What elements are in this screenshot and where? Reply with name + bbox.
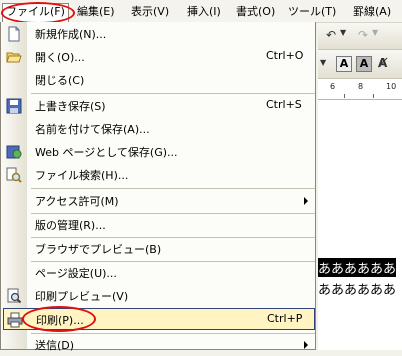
menu-item-label: 版の管理(R)... [35, 219, 106, 232]
menu-item-label: 印刷プレビュー(V) [35, 290, 129, 303]
menu-item-page-setup[interactable]: ページ設定(U)... [1, 262, 315, 284]
menu-item-save[interactable]: 上書き保存(S) Ctrl+S [1, 95, 315, 117]
ruler-mark: 6 [330, 82, 336, 91]
menu-item-label: 新規作成(N)... [35, 28, 107, 41]
menu-separator [31, 93, 315, 94]
menu-table[interactable]: 罫線(A) [353, 4, 391, 20]
open-folder-icon [6, 52, 22, 63]
menu-item-label: 開く(O)... [35, 51, 85, 64]
menu-item-new[interactable]: 新規作成(N)... [1, 23, 315, 45]
submenu-arrow-icon [304, 341, 308, 349]
menu-item-shortcut: Ctrl+P [267, 312, 303, 325]
printer-icon [7, 312, 23, 328]
menu-item-label: ファイル検索(H)... [35, 169, 129, 182]
undo-dropdown-icon[interactable]: ▼ [340, 28, 346, 37]
ruler-mark: 8 [358, 82, 364, 91]
save-disk-icon [6, 98, 22, 114]
menu-item-send[interactable]: 送信(D) [1, 334, 315, 356]
print-preview-icon [7, 288, 22, 304]
menu-item-label: 名前を付けて保存(A)... [35, 123, 150, 136]
document-line[interactable]: ああああああ [318, 279, 396, 298]
menu-item-label: 閉じる(C) [35, 74, 85, 87]
menu-item-print-preview[interactable]: 印刷プレビュー(V) [1, 285, 315, 307]
ruler-mark: 10 [386, 82, 397, 91]
menu-item-label: 送信(D) [35, 339, 75, 352]
menu-item-versions[interactable]: 版の管理(R)... [1, 214, 315, 236]
redo-icon[interactable]: ↷ [358, 28, 368, 42]
menu-separator [31, 188, 315, 189]
undo-icon[interactable]: ↶ [326, 28, 336, 42]
annotation-circle-file [1, 2, 75, 24]
char-shading-icon[interactable]: A [356, 56, 372, 72]
menu-item-label: Web ページとして保存(G)... [35, 146, 178, 159]
file-search-icon [6, 167, 22, 183]
web-save-icon [6, 145, 22, 159]
menu-item-save-as-web[interactable]: Web ページとして保存(G)... [1, 141, 315, 163]
char-border-icon[interactable]: A [336, 56, 352, 72]
standard-toolbar: ↶ ▼ ↷ ▼ [318, 23, 402, 50]
menu-item-label: ページ設定(U)... [35, 267, 117, 280]
menu-edit[interactable]: 編集(E) [77, 4, 115, 20]
document-area[interactable] [318, 100, 402, 350]
menu-item-browser-preview[interactable]: ブラウザでプレビュー(B) [1, 238, 315, 260]
menu-item-open[interactable]: 開く(O)... Ctrl+O [1, 46, 315, 68]
submenu-arrow-icon [304, 197, 308, 205]
font-dropdown-arrow-icon[interactable]: ▼ [320, 58, 326, 67]
menu-view[interactable]: 表示(V) [131, 4, 169, 20]
horizontal-ruler: 6 8 10 [318, 79, 402, 100]
menu-format[interactable]: 書式(O) [236, 4, 275, 20]
menu-item-save-as[interactable]: 名前を付けて保存(A)... [1, 118, 315, 140]
menu-tools[interactable]: ツール(T) [288, 4, 336, 20]
new-doc-icon [8, 26, 20, 42]
annotation-circle-print [22, 306, 96, 332]
menu-item-shortcut: Ctrl+O [266, 49, 304, 62]
menu-item-label: ブラウザでプレビュー(B) [35, 243, 162, 256]
menu-item-permission[interactable]: アクセス許可(M) [1, 190, 315, 212]
redo-dropdown-icon[interactable]: ▼ [372, 28, 378, 37]
document-line-selected[interactable]: ああああああ [318, 258, 397, 277]
formatting-toolbar: ▼ A A Ⱥ [318, 50, 402, 79]
char-scale-icon[interactable]: Ⱥ [378, 56, 387, 70]
file-menu-dropdown: 新規作成(N)... 開く(O)... Ctrl+O 閉じる(C) 上書き保存(… [0, 22, 316, 352]
menu-item-close[interactable]: 閉じる(C) [1, 69, 315, 91]
menu-item-label: 上書き保存(S) [35, 100, 106, 113]
menu-item-file-search[interactable]: ファイル検索(H)... [1, 164, 315, 186]
menu-item-shortcut: Ctrl+S [266, 98, 302, 111]
menu-item-label: アクセス許可(M) [35, 195, 119, 208]
menu-insert[interactable]: 挿入(I) [187, 4, 221, 20]
